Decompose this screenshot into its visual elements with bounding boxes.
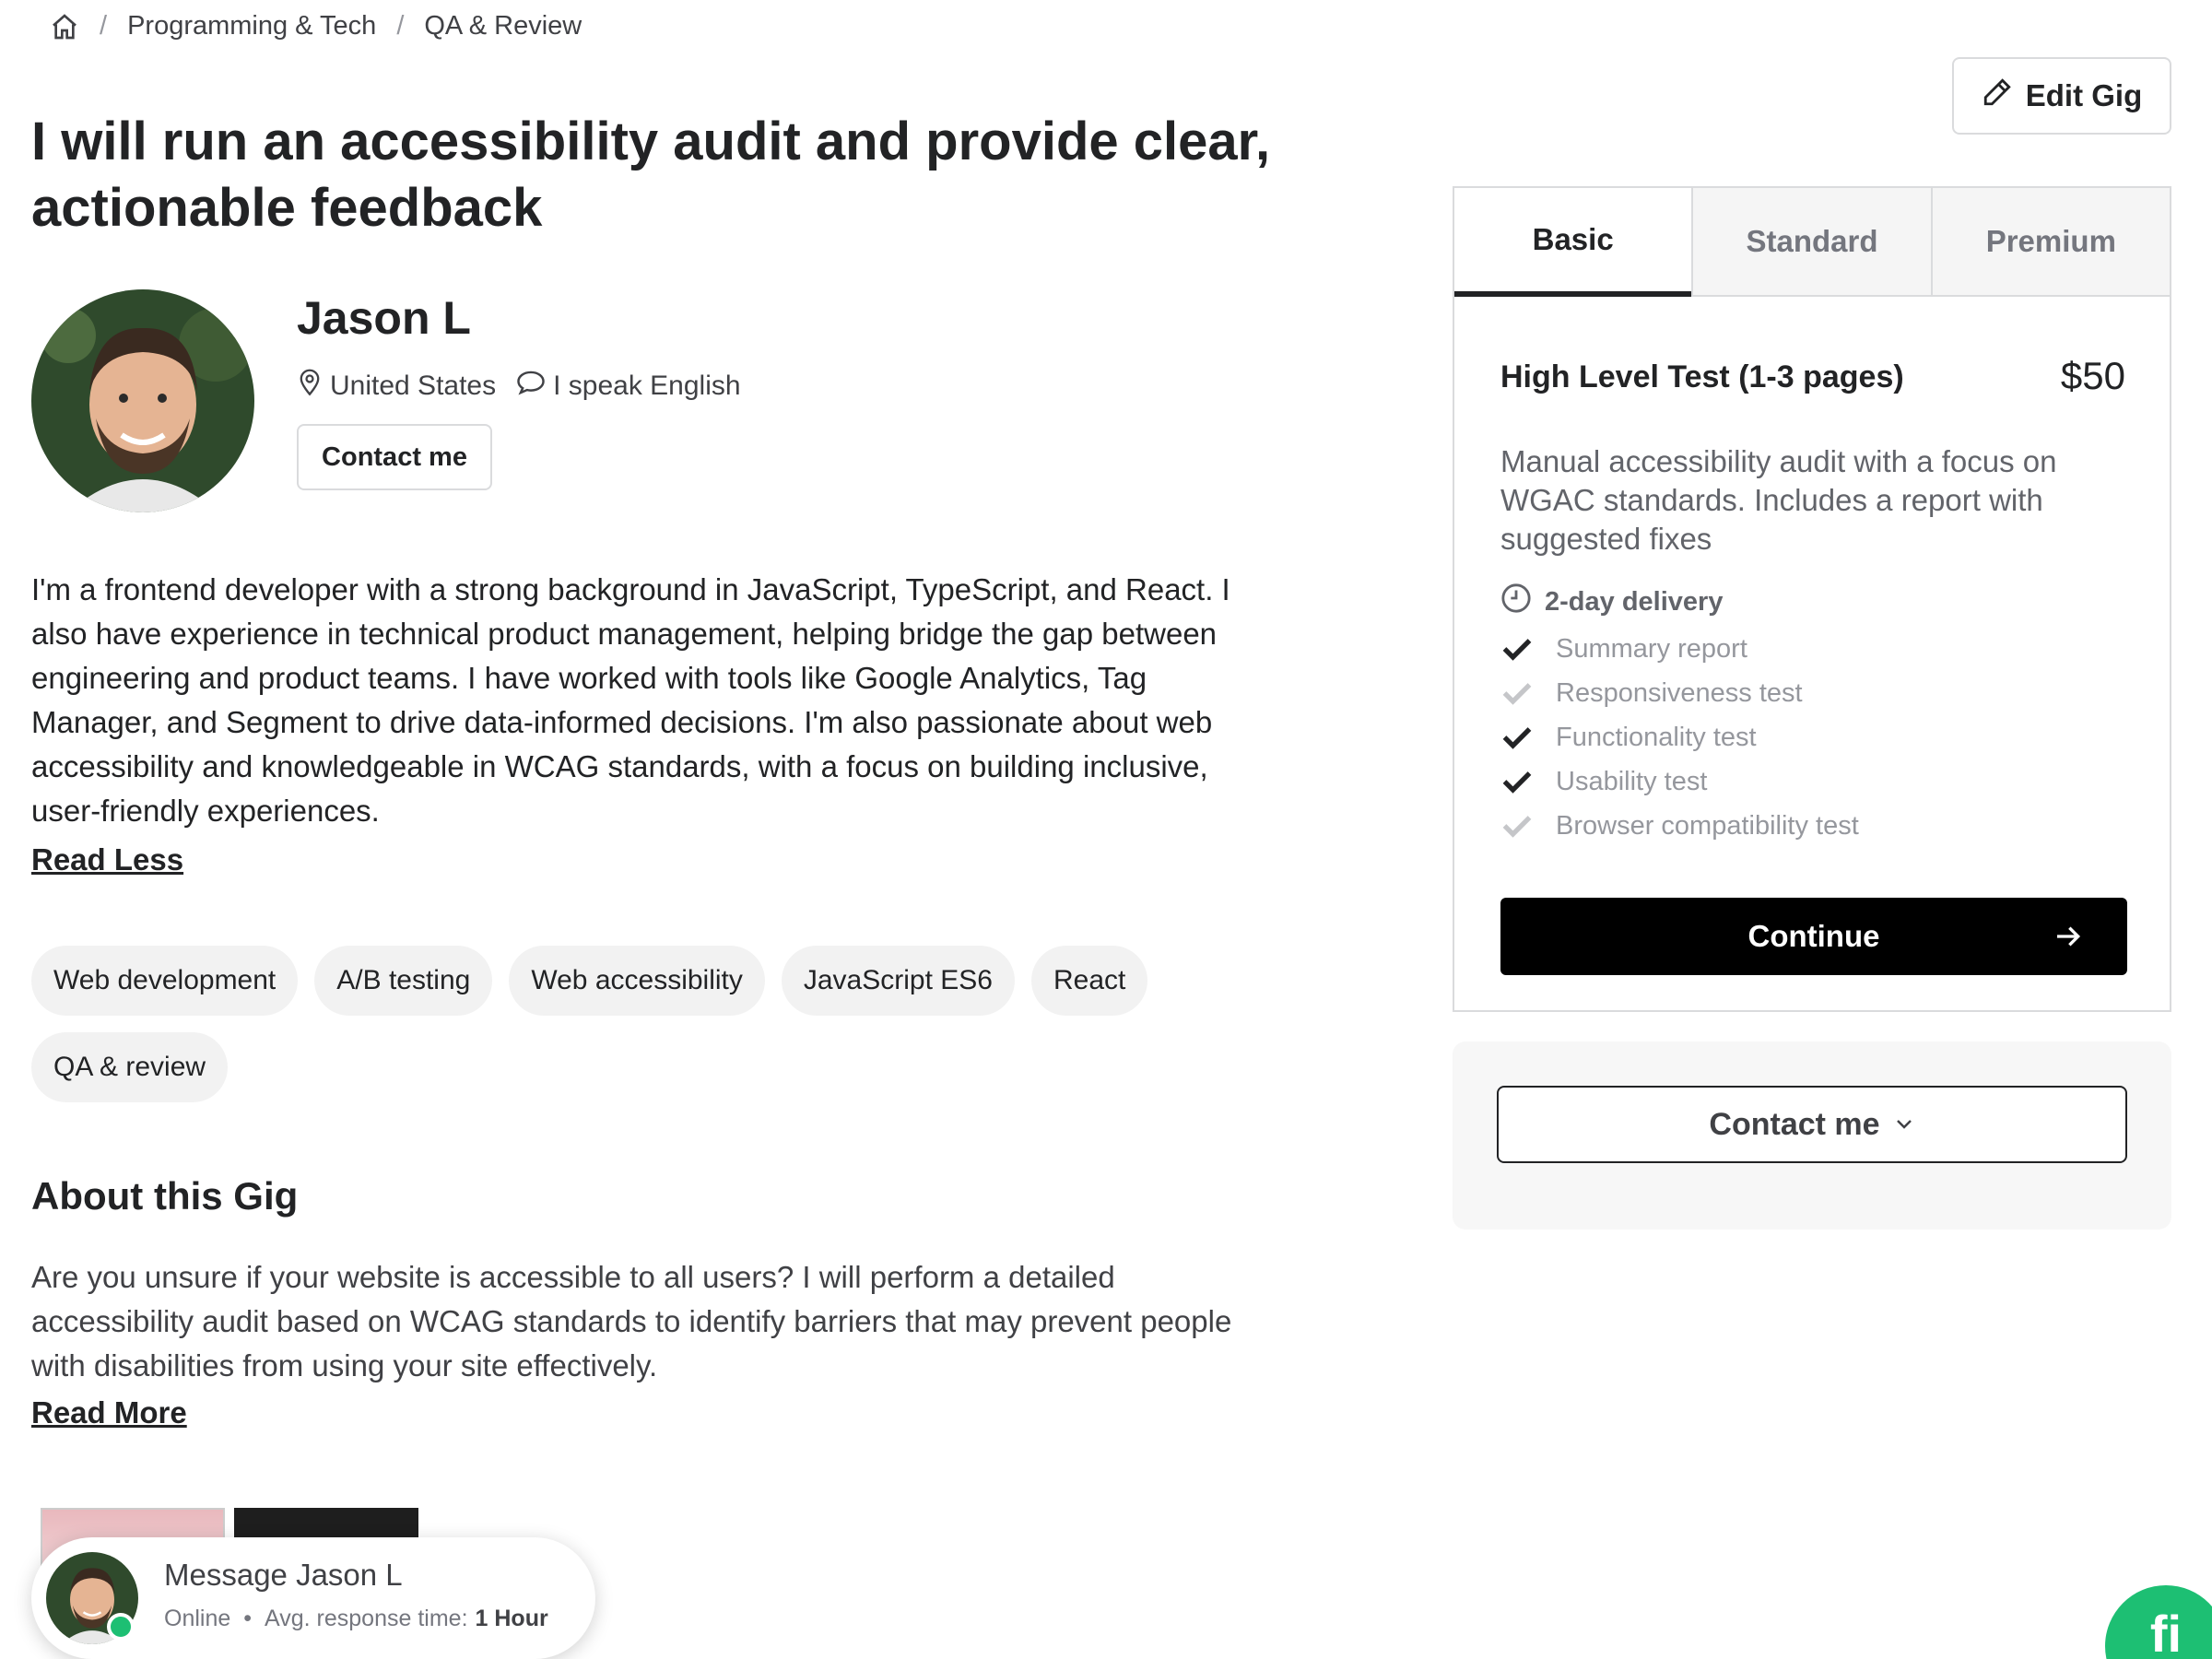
feature-label: Summary report [1556, 633, 1747, 664]
response-time-value: 1 Hour [475, 1606, 548, 1631]
checkmark-icon [1500, 632, 1534, 665]
feature-label: Functionality test [1556, 722, 1757, 752]
pencil-icon [1982, 76, 2026, 115]
checkmark-icon [1500, 721, 1534, 754]
about-gig-text: Are you unsure if your website is access… [31, 1260, 1232, 1382]
tag-web-accessibility[interactable]: Web accessibility [509, 946, 765, 1016]
seller-avatar[interactable] [31, 289, 254, 512]
contact-me-button[interactable]: Contact me [297, 424, 492, 490]
online-status-dot [107, 1613, 135, 1641]
contact-me-label: Contact me [1709, 1106, 1880, 1142]
read-more-link[interactable]: Read More [31, 1395, 187, 1430]
fiverr-logo-icon[interactable]: fi [2105, 1585, 2212, 1659]
feature-label: Usability test [1556, 766, 1708, 796]
response-time-label: Avg. response time: [265, 1606, 468, 1631]
breadcrumb-separator: / [100, 11, 108, 41]
edit-gig-label: Edit Gig [2025, 78, 2143, 112]
contact-me-dropdown-button[interactable]: Contact me [1497, 1086, 2127, 1163]
online-status-text: Online [164, 1606, 231, 1631]
seller-bio: I'm a frontend developer with a strong b… [31, 572, 1230, 828]
feature-label: Browser compatibility test [1556, 810, 1859, 841]
feature-item: Browser compatibility test [1500, 804, 1859, 848]
tag-react[interactable]: React [1030, 946, 1148, 1016]
package-panel: Basic Standard Premium High Level Test (… [1453, 186, 2171, 1012]
delivery-time: 2-day delivery [1500, 582, 1723, 621]
bullet-separator: • [243, 1606, 253, 1631]
message-seller-bubble[interactable]: Message Jason L Online • Avg. response t… [31, 1537, 595, 1659]
tab-premium[interactable]: Premium [1930, 188, 2170, 295]
checkmark-icon [1500, 677, 1534, 710]
clock-icon [1500, 582, 1545, 621]
arrow-right-icon [2053, 922, 2083, 959]
checkmark-icon [1500, 765, 1534, 798]
contact-box: Contact me [1453, 1041, 2171, 1230]
read-less-link[interactable]: Read Less [31, 842, 183, 877]
location-pin-icon [297, 369, 330, 404]
continue-button[interactable]: Continue [1500, 898, 2127, 975]
package-name: High Level Test (1-3 pages) [1500, 359, 1904, 394]
location-text: United States [330, 371, 497, 401]
tab-standard[interactable]: Standard [1691, 188, 1931, 295]
message-title: Message Jason L [164, 1558, 403, 1592]
seller-language: I speak English [516, 370, 741, 403]
seller-meta: United States I speak English [297, 369, 761, 404]
speech-bubble-icon [516, 370, 553, 403]
feature-label: Responsiveness test [1556, 677, 1803, 708]
skill-tags: Web development A/B testing Web accessib… [31, 946, 1230, 1102]
tab-basic[interactable]: Basic [1454, 188, 1692, 297]
edit-gig-button[interactable]: Edit Gig [1952, 57, 2171, 135]
package-features: Summary report Responsiveness test Funct… [1500, 627, 1859, 848]
tag-javascript-es6[interactable]: JavaScript ES6 [781, 946, 1015, 1016]
checkmark-icon [1500, 809, 1534, 842]
tag-web-development[interactable]: Web development [31, 946, 299, 1016]
gig-title: I will run an accessibility audit and pr… [31, 112, 1271, 238]
seller-name[interactable]: Jason L [297, 291, 471, 345]
feature-item: Functionality test [1500, 715, 1859, 759]
about-gig-heading: About this Gig [31, 1174, 299, 1218]
message-subtitle: Online • Avg. response time: 1 Hour [164, 1606, 548, 1632]
continue-label: Continue [1747, 919, 1880, 953]
feature-item: Usability test [1500, 759, 1859, 804]
feature-item: Summary report [1500, 627, 1859, 671]
home-icon[interactable] [50, 12, 79, 41]
breadcrumb-programming-tech[interactable]: Programming & Tech [127, 11, 376, 41]
tag-ab-testing[interactable]: A/B testing [314, 946, 493, 1016]
tag-qa-review[interactable]: QA & review [31, 1032, 229, 1102]
chevron-down-icon [1880, 1107, 1915, 1143]
package-description: Manual accessibility audit with a focus … [1500, 444, 2057, 556]
seller-location: United States [297, 369, 496, 404]
breadcrumb-separator: / [396, 11, 405, 41]
package-tabs: Basic Standard Premium [1454, 188, 2170, 297]
delivery-text: 2-day delivery [1545, 586, 1724, 617]
breadcrumb: / Programming & Tech / QA & Review [50, 11, 582, 41]
package-price: $50 [2060, 354, 2125, 397]
language-text: I speak English [553, 371, 741, 401]
breadcrumb-qa-review[interactable]: QA & Review [424, 11, 582, 41]
feature-item: Responsiveness test [1500, 671, 1859, 715]
